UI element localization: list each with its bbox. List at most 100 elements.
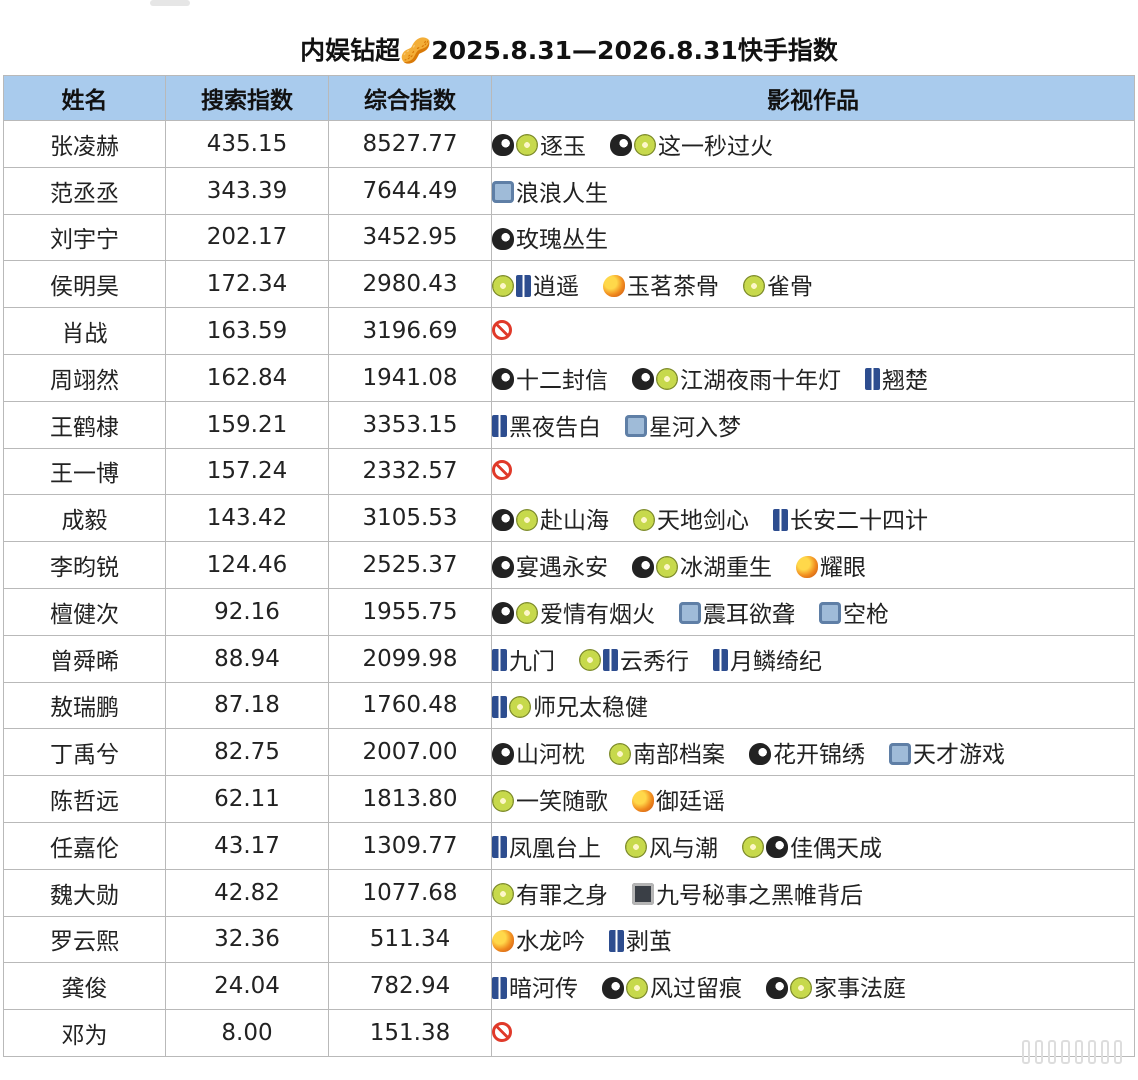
work-item: 佳偶天成: [742, 829, 882, 863]
work-title: 十二封信: [516, 367, 608, 394]
cell-composite-index: 782.94: [328, 962, 492, 1011]
work-title: 玉茗茶骨: [627, 274, 719, 301]
table-row: 范丞丞 343.39 7644.49 浪浪人生: [3, 166, 1135, 215]
cell-works: [491, 447, 1135, 496]
work-title: 空枪: [843, 601, 889, 628]
cell-composite-index: 3353.15: [328, 400, 492, 449]
cell-search-index: 172.34: [165, 260, 329, 309]
cell-works: 十二封信 江湖夜雨十年灯 翘楚: [491, 353, 1135, 402]
work-item: 长安二十四计: [773, 501, 928, 535]
kiwi-icon: [625, 836, 647, 859]
kiwi-icon: [509, 695, 531, 718]
table-row: 陈哲远 62.11 1813.80 一笑随歌 御廷谣: [3, 775, 1135, 823]
header-works: 影视作品: [491, 75, 1135, 121]
cell-composite-index: 3105.53: [328, 494, 492, 543]
tv-icon: [625, 415, 647, 438]
cell-search-index: 87.18: [165, 681, 329, 730]
cell-composite-index: 7644.49: [328, 166, 492, 215]
cell-works: 黑夜告白 星河入梦: [491, 400, 1135, 449]
cell-name: 王一博: [3, 447, 166, 496]
work-item: 山河枕: [492, 735, 585, 769]
work-item: 冰湖重生: [632, 548, 772, 582]
tv-icon: [679, 602, 701, 625]
table-row: 魏大勋 42.82 1077.68 有罪之身 九号秘事之黑帷背后: [3, 868, 1135, 917]
cell-search-index: 159.21: [165, 400, 329, 449]
cell-works: 山河枕 南部档案 花开锦绣 天才游戏: [491, 728, 1135, 777]
cell-works: 玫瑰丛生: [491, 213, 1135, 262]
work-title: 剥茧: [626, 929, 672, 956]
cell-search-index: 343.39: [165, 166, 329, 215]
work-item: 雀骨: [743, 267, 813, 301]
kiwi-icon: [609, 742, 631, 765]
table-row: 成毅 143.42 3105.53 赴山海 天地剑心 长安二十四计: [3, 494, 1135, 543]
work-item: [492, 318, 515, 344]
cell-name: 敖瑞鹏: [3, 681, 166, 730]
cell-search-index: 42.82: [165, 868, 329, 917]
header-composite-index: 综合指数: [328, 75, 492, 121]
work-item: 御廷谣: [632, 782, 725, 816]
work-title: 九号秘事之黑帷背后: [656, 882, 863, 909]
cell-composite-index: 1309.77: [328, 821, 492, 870]
cell-name: 檀健次: [3, 587, 166, 636]
kiwi-icon: [516, 602, 538, 625]
jeans-icon: [492, 415, 507, 438]
cell-name: 成毅: [3, 494, 166, 543]
cell-works: 浪浪人生: [491, 166, 1135, 215]
cell-search-index: 92.16: [165, 587, 329, 636]
kiwi-icon: [492, 789, 514, 812]
work-title: 星河入梦: [649, 414, 741, 441]
cell-works: 逐玉 这一秒过火: [491, 120, 1135, 168]
penguin-icon: [632, 368, 654, 391]
table-row: 张凌赫 435.15 8527.77 逐玉 这一秒过火: [3, 120, 1135, 168]
work-item: 逐玉: [492, 127, 586, 161]
kiwi-icon: [656, 555, 678, 578]
work-title: 耀眼: [820, 555, 866, 582]
penguin-icon: [492, 227, 514, 250]
cell-name: 侯明昊: [3, 260, 166, 309]
kiwi-icon: [516, 508, 538, 531]
cell-composite-index: 2099.98: [328, 634, 492, 683]
table-row: 周翊然 162.84 1941.08 十二封信 江湖夜雨十年灯 翘楚: [3, 353, 1135, 402]
kiwi-icon: [633, 508, 655, 531]
work-item: 九门: [492, 642, 555, 676]
table-row: 丁禹兮 82.75 2007.00 山河枕 南部档案 花开锦绣 天才游戏: [3, 728, 1135, 777]
work-title: 天才游戏: [913, 742, 1005, 769]
work-item: 玫瑰丛生: [492, 220, 608, 254]
work-item: 耀眼: [796, 548, 866, 582]
jeans-icon: [865, 368, 880, 391]
penguin-icon: [492, 508, 514, 531]
work-title: 赴山海: [540, 508, 609, 535]
work-item: 浪浪人生: [492, 174, 608, 208]
jeans-icon: [492, 836, 507, 859]
header-name: 姓名: [3, 75, 166, 121]
work-title: 凤凰台上: [509, 835, 601, 862]
prohibited-icon: [492, 1021, 512, 1042]
cell-search-index: 24.04: [165, 962, 329, 1011]
penguin-icon: [610, 134, 632, 157]
penguin-icon: [602, 976, 624, 999]
work-item: 这一秒过火: [610, 127, 773, 161]
cell-composite-index: 2980.43: [328, 260, 492, 309]
work-title: 家事法庭: [814, 976, 906, 1003]
cell-composite-index: 3452.95: [328, 213, 492, 262]
table-row: 肖战 163.59 3196.69: [3, 307, 1135, 355]
jeans-icon: [603, 649, 618, 672]
cell-search-index: 8.00: [165, 1009, 329, 1057]
mango-icon: [492, 929, 514, 952]
cell-works: 一笑随歌 御廷谣: [491, 775, 1135, 823]
cell-name: 邓为: [3, 1009, 166, 1057]
work-title: 山河枕: [516, 742, 585, 769]
cell-search-index: 124.46: [165, 541, 329, 589]
work-title: 翘楚: [882, 367, 928, 394]
mango-icon: [603, 274, 625, 297]
cell-search-index: 157.24: [165, 447, 329, 496]
cell-search-index: 202.17: [165, 213, 329, 262]
kiwi-icon: [516, 134, 538, 157]
cell-works: 赴山海 天地剑心 长安二十四计: [491, 494, 1135, 543]
work-title: 天地剑心: [657, 508, 749, 535]
cell-search-index: 32.36: [165, 915, 329, 964]
cell-name: 丁禹兮: [3, 728, 166, 777]
work-item: 宴遇永安: [492, 548, 608, 582]
jeans-icon: [492, 649, 507, 672]
work-title: 逍遥: [533, 274, 579, 301]
